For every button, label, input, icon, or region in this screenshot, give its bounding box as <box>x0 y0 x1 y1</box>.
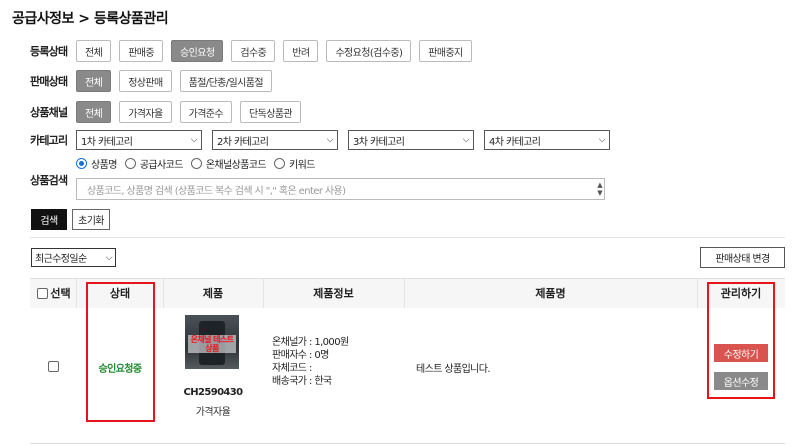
divider <box>697 278 698 308</box>
chevron-down-icon: ⌵ <box>462 135 470 145</box>
category-label: 카테고리 <box>30 134 68 147</box>
radio-supplier-code[interactable]: 공급사코드 <box>124 156 184 171</box>
resize-spinner-icon[interactable]: ▲ ▼ <box>597 181 602 197</box>
reset-button[interactable]: 초기화 <box>72 209 110 230</box>
channel-fixed-price[interactable]: 가격준수 <box>179 101 233 123</box>
product-thumbnail[interactable]: 온채널 테스트상품 <box>185 315 239 369</box>
sale-status-normal[interactable]: 정상판매 <box>119 70 172 92</box>
divider <box>30 237 785 238</box>
radio-channel-code[interactable]: 온채널상품코드 <box>190 156 267 171</box>
radio-label: 상품명 <box>91 160 117 171</box>
radio-button[interactable] <box>274 158 286 169</box>
chevron-down-icon: ⌵ <box>190 135 198 145</box>
sale-status-all[interactable]: 전체 <box>76 70 112 92</box>
category-1-value: 1차 카테고리 <box>81 136 133 148</box>
sale-status-row: 판매상태 전체 정상판매 품절/단종/일시품절 <box>30 70 280 92</box>
product-info: 온채널가 : 1,000원 판매자수 : 0명 자체코드 : 배송국가 : 한국 <box>272 336 349 388</box>
row-checkbox[interactable] <box>48 361 59 372</box>
divider <box>76 278 77 308</box>
reg-status-row: 등록상태 전체 판매중 승인요청 검수중 반려 수정요청(검수중) 판매중지 <box>30 40 480 62</box>
search-placeholder: 상품코드, 상품명 검색 (상품코드 복수 검색 시 "," 혹은 enter … <box>87 185 346 197</box>
sort-value: 최근수정일순 <box>35 254 87 265</box>
radio-label: 키워드 <box>289 160 315 171</box>
product-code[interactable]: CH2590430 <box>163 387 263 398</box>
header-select: 선택 <box>32 278 76 308</box>
divider <box>30 443 785 444</box>
category-2-value: 2차 카테고리 <box>217 136 269 148</box>
search-row: 상품검색 <box>30 172 76 188</box>
thumbnail-overlay-text: 온채널 테스트상품 <box>188 335 236 353</box>
category-3-value: 3차 카테고리 <box>353 136 405 148</box>
search-label: 상품검색 <box>30 174 68 187</box>
header-product: 제품 <box>202 287 224 300</box>
sort-select[interactable]: 최근수정일순 ⌵ <box>31 248 116 267</box>
header-product-name: 제품명 <box>535 287 566 300</box>
category-1-select[interactable]: 1차 카테고리 ⌵ <box>76 130 202 150</box>
sale-status-change-button[interactable]: 판매상태 변경 <box>700 247 785 268</box>
channel-exclusive[interactable]: 단독상품관 <box>240 101 302 123</box>
search-type-radios: 상품명 공급사코드 온채널상품코드 키워드 <box>76 156 323 171</box>
reg-status-inspecting[interactable]: 검수중 <box>231 40 276 62</box>
radio-label: 온채널상품코드 <box>205 160 267 171</box>
status-highlight-box <box>86 282 155 422</box>
chevron-down-icon: ⌵ <box>326 135 334 145</box>
header-select-label: 선택 <box>50 287 71 300</box>
channel-row: 상품채널 전체 가격자율 가격준수 단독상품관 <box>30 101 309 123</box>
category-2-select[interactable]: 2차 카테고리 ⌵ <box>212 130 338 150</box>
select-all-checkbox[interactable] <box>37 287 49 299</box>
search-input[interactable]: 상품코드, 상품명 검색 (상품코드 복수 검색 시 "," 혹은 enter … <box>76 178 605 200</box>
radio-product-name[interactable]: 상품명 <box>76 156 117 171</box>
reg-status-approval-request[interactable]: 승인요청 <box>171 40 224 62</box>
radio-button[interactable] <box>76 158 87 169</box>
channel-all[interactable]: 전체 <box>76 101 112 123</box>
product-channel: 가격자율 <box>195 407 231 418</box>
reg-status-stopped[interactable]: 판매중지 <box>419 40 472 62</box>
radio-keyword[interactable]: 키워드 <box>274 156 315 171</box>
header-product-info: 제품정보 <box>313 287 354 300</box>
info-seller-count: 판매자수 : 0명 <box>272 350 329 361</box>
category-3-select[interactable]: 3차 카테고리 ⌵ <box>348 130 474 150</box>
chevron-down-icon: ⌵ <box>105 252 113 263</box>
sale-status-soldout[interactable]: 품절/단종/일시품절 <box>179 70 272 92</box>
channel-free-price[interactable]: 가격자율 <box>119 101 172 123</box>
channel-label: 상품채널 <box>30 106 68 119</box>
radio-button[interactable] <box>190 158 202 169</box>
search-button[interactable]: 검색 <box>31 209 67 230</box>
category-row: 카테고리 1차 카테고리 ⌵ 2차 카테고리 ⌵ 3차 카테고리 ⌵ 4차 카테… <box>30 130 620 150</box>
info-price: 온채널가 : 1,000원 <box>272 337 349 348</box>
reg-status-rejected[interactable]: 반려 <box>283 40 319 62</box>
info-ship-country: 배송국가 : 한국 <box>272 376 332 387</box>
page-title: 공급사정보 > 등록상품관리 <box>12 11 169 27</box>
radio-button[interactable] <box>124 158 136 169</box>
chevron-down-icon: ⌵ <box>598 135 606 145</box>
category-4-value: 4차 카테고리 <box>489 136 541 148</box>
manage-highlight-box <box>707 282 775 399</box>
radio-label: 공급사코드 <box>139 160 184 171</box>
reg-status-all[interactable]: 전체 <box>76 40 112 62</box>
info-own-code: 자체코드 : <box>272 363 312 374</box>
reg-status-label: 등록상태 <box>30 45 68 58</box>
reg-status-selling[interactable]: 판매중 <box>119 40 164 62</box>
reg-status-edit-request[interactable]: 수정요청(검수중) <box>326 40 412 62</box>
category-4-select[interactable]: 4차 카테고리 ⌵ <box>484 130 610 150</box>
sale-status-label: 판매상태 <box>30 75 68 88</box>
product-name[interactable]: 테스트 상품입니다. <box>416 360 491 375</box>
